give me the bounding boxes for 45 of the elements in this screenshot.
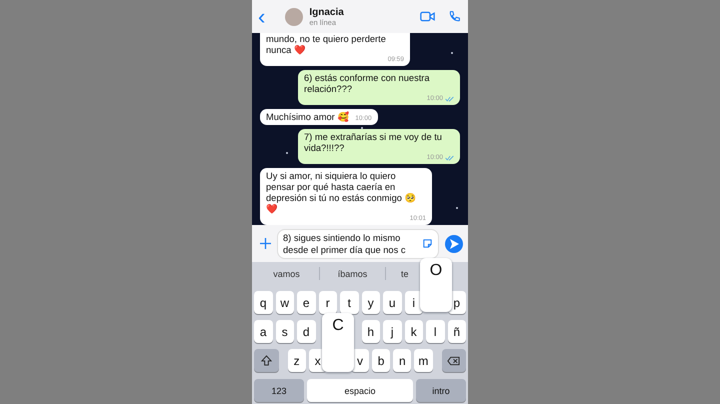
key[interactable]: u [383, 291, 402, 314]
back-button[interactable]: ‹ [258, 6, 266, 28]
avatar [285, 8, 304, 26]
backspace-icon [447, 356, 460, 366]
shift-icon [260, 355, 272, 366]
key[interactable]: k [404, 320, 423, 343]
key[interactable]: r [318, 291, 337, 314]
key[interactable]: h [362, 320, 380, 343]
key[interactable]: s [276, 320, 294, 343]
message-text: 6) estás conforme con nuestra relación??? [304, 73, 431, 95]
key[interactable]: l [426, 320, 444, 343]
key[interactable]: e [297, 291, 316, 314]
suggestion[interactable]: te [401, 268, 409, 278]
suggestion[interactable]: íbamos [338, 268, 368, 278]
message-text: mundo, no te quiero perderte nunca ❤ [266, 34, 387, 56]
keyboard-mode-key[interactable]: intro [416, 379, 466, 402]
key[interactable]: t [340, 291, 358, 314]
key[interactable]: y [362, 291, 380, 314]
message-text: Muchísimo amor 🥰 [266, 112, 350, 123]
shift-key[interactable] [254, 349, 279, 372]
space-key[interactable]: espacio [307, 379, 413, 402]
sticker-icon[interactable] [422, 238, 433, 249]
video-call-icon[interactable] [420, 10, 435, 23]
key[interactable]: z [288, 349, 306, 372]
key-popup: O [420, 258, 452, 312]
key-popup: C [322, 313, 354, 372]
keyboard-mode-key[interactable]: 123 [254, 379, 304, 402]
message-text: Uy si amor, ni siquiera lo quiero pensar por qué hasta caería en depresión si tú no estás conmigo 🥺❤ [266, 171, 418, 215]
key[interactable]: b [372, 349, 390, 372]
send-button[interactable] [445, 234, 463, 252]
suggestion[interactable]: vamos [273, 268, 300, 278]
message-text: 7) me extrañarías si me voy de tu vida?!!!?? [304, 132, 443, 154]
message-input[interactable]: 8) sigues sintiendo lo mismo desde el primer día que nos c [277, 228, 439, 258]
key[interactable]: a [254, 320, 272, 343]
key[interactable]: j [383, 320, 402, 343]
key[interactable]: n [393, 349, 412, 372]
key[interactable]: m [414, 349, 432, 372]
key[interactable]: ñ [448, 320, 466, 343]
contact-name: Ignacia [309, 6, 345, 18]
key[interactable]: q [254, 291, 272, 314]
plus-icon[interactable] [260, 238, 271, 249]
phone-icon[interactable] [447, 10, 462, 23]
key[interactable]: d [297, 320, 316, 343]
backspace-key[interactable] [442, 349, 466, 372]
key[interactable]: w [276, 291, 294, 314]
